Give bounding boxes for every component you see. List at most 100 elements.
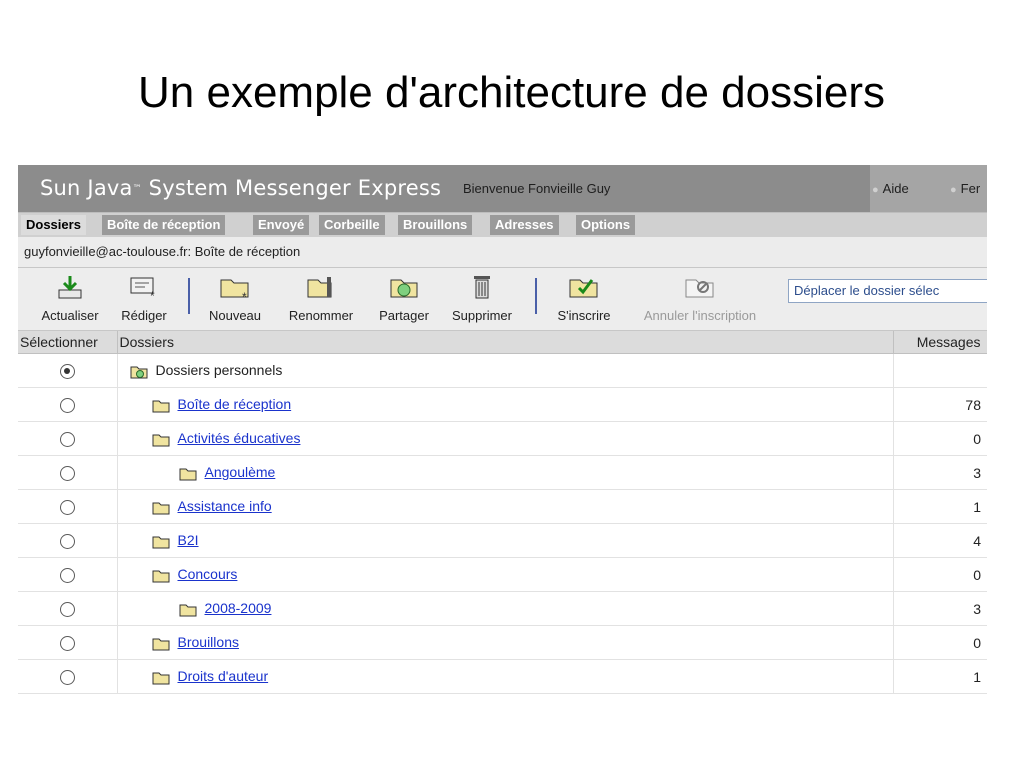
brand-logo: Sun Java™ System Messenger Express [40,176,441,200]
close-link-label: Fer [960,181,981,196]
refresh-button[interactable]: Actualiser [32,268,108,330]
folder-cell: Boîte de réception [117,387,893,422]
folder-cell: Brouillons [117,625,893,660]
table-row: Droits d'auteur 1 [18,659,987,694]
table-row: Brouillons 0 [18,625,987,660]
share-label: Partager [379,308,429,323]
select-cell [18,455,118,490]
delete-button[interactable]: Supprimer [440,268,524,330]
folder-link[interactable]: Assistance info [178,498,272,514]
select-cell [18,591,118,626]
select-cell [18,625,118,660]
select-cell [18,421,118,456]
rename-folder-icon [307,277,332,298]
folder-icon [152,672,169,685]
folder-radio[interactable] [59,601,75,617]
header-messages: Messages [893,331,987,354]
compose-icon: * [130,277,155,302]
rename-button[interactable]: Renommer [274,268,368,330]
compose-label: Rédiger [121,308,167,323]
subscribe-icon [569,279,598,298]
tab-inbox[interactable]: Boîte de réception [102,215,226,235]
folder-radio[interactable] [59,397,75,413]
folder-link[interactable]: Angoulème [205,464,276,480]
table-row: Angoulème 3 [18,455,987,490]
move-folder-select[interactable]: Déplacer le dossier sélec [788,279,987,303]
table-row: Assistance info 1 [18,489,987,524]
new-folder-label: Nouveau [208,308,262,323]
header-select: Sélectionner [18,331,118,354]
folder-cell: Angoulème [117,455,893,490]
close-link[interactable]: ● Fer [950,181,980,196]
tab-drafts[interactable]: Brouillons [398,215,473,235]
new-folder-icon: * [220,279,249,302]
folder-radio[interactable] [59,567,75,583]
message-count: 3 [892,591,987,626]
select-cell [18,523,118,558]
folder-cell: Dossiers personnels [117,353,893,388]
header-folders: Dossiers [117,331,894,354]
messenger-window: Sun Java™ System Messenger Express Bienv… [18,165,987,695]
folder-icon [152,536,169,549]
message-count: 0 [892,557,987,592]
svg-text:*: * [150,289,155,302]
folder-radio[interactable] [59,363,75,379]
folder-rows: Dossiers personnels Boîte de réception 78 A… [18,353,987,694]
root-folder-label: Dossiers personnels [155,362,283,379]
folder-icon [152,502,169,515]
subscribe-label: S'inscrire [557,308,611,323]
folder-link[interactable]: Boîte de réception [178,396,292,412]
toolbar-separator [535,278,537,314]
folder-link[interactable]: 2008-2009 [205,600,272,616]
folder-link[interactable]: Brouillons [178,634,239,650]
table-row: Dossiers personnels [18,353,987,388]
unsubscribe-button[interactable]: Annuler l'inscription [622,268,778,330]
folder-radio[interactable] [59,499,75,515]
folder-link[interactable]: B2I [178,532,199,548]
share-folder-icon [390,279,418,298]
brand-trademark: ™ [132,184,142,194]
tab-dossiers[interactable]: Dossiers [21,215,86,235]
folder-cell: 2008-2009 [117,591,893,626]
folder-icon [152,434,169,447]
folder-radio[interactable] [59,533,75,549]
message-count: 0 [892,421,987,456]
message-count: 3 [892,455,987,490]
share-button[interactable]: Partager [368,268,440,330]
slide-title: Un exemple d'architecture de dossiers [138,68,885,117]
folder-radio[interactable] [59,635,75,651]
help-link[interactable]: ● Aide [872,181,909,196]
new-folder-button[interactable]: * Nouveau [198,268,272,330]
header-links: ● Aide ● Fer [870,165,987,212]
folder-radio[interactable] [59,669,75,685]
unsubscribe-label: Annuler l'inscription [643,308,757,323]
personal-folders-icon [130,366,147,379]
app-header: Sun Java™ System Messenger Express Bienv… [18,165,987,212]
bullet-icon: ● [950,184,957,196]
tab-options[interactable]: Options [576,215,636,235]
select-cell [18,353,118,388]
folder-cell: Concours [117,557,893,592]
folder-cell: Assistance info [117,489,893,524]
folder-link[interactable]: Droits d'auteur [178,668,269,684]
welcome-text: Bienvenue Fonvieille Guy [463,181,611,196]
folder-link[interactable]: Concours [178,566,238,582]
brand-name: Sun Java [40,176,133,200]
delete-label: Supprimer [452,308,512,323]
folder-link[interactable]: Activités éducatives [178,430,301,446]
tab-sent[interactable]: Envoyé [253,215,310,235]
select-cell [18,387,118,422]
select-cell [18,659,118,694]
subscribe-button[interactable]: S'inscrire [546,268,622,330]
rename-label: Renommer [288,308,354,323]
tab-trash[interactable]: Corbeille [319,215,385,235]
folder-radio[interactable] [59,465,75,481]
breadcrumb: guyfonvieille@ac-toulouse.fr: Boîte de r… [18,237,987,268]
compose-button[interactable]: * Rédiger [110,268,178,330]
folder-radio[interactable] [59,431,75,447]
tab-addresses[interactable]: Adresses [490,215,559,235]
folder-icon [152,570,169,583]
folder-icon [179,468,196,481]
message-count: 1 [892,659,987,694]
message-count: 4 [892,523,987,558]
